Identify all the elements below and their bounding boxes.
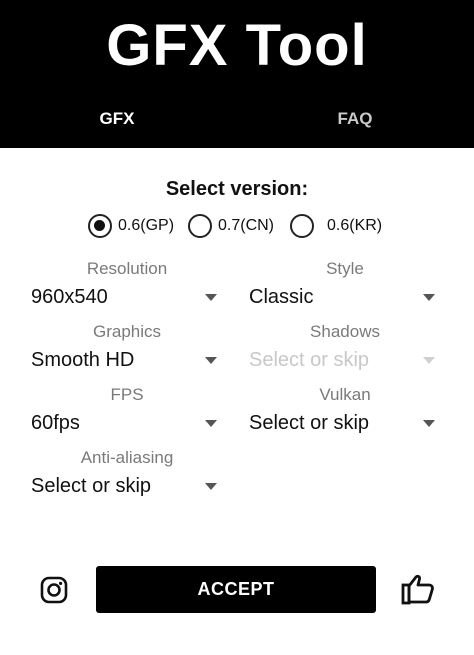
shadows-dropdown: Select or skip (249, 345, 437, 375)
shadows-value: Select or skip (249, 348, 370, 371)
radio-label: 0.6(KR) (327, 217, 383, 234)
radio-label: 0.7(CN) (218, 217, 275, 234)
antialiasing-value: Select or skip (31, 474, 152, 497)
antialiasing-dropdown[interactable]: Select or skip (31, 471, 219, 501)
antialiasing-label: Anti-aliasing (80, 448, 174, 467)
vulkan-dropdown[interactable]: Select or skip (249, 408, 437, 438)
style-label: Style (326, 259, 364, 278)
radio-label: 0.6(GP) (118, 217, 175, 234)
tab-faq[interactable]: FAQ (295, 104, 415, 134)
version-radio-gp[interactable]: 0.6(GP) (88, 212, 174, 240)
accept-button[interactable]: ACCEPT (96, 566, 376, 613)
resolution-label: Resolution (86, 259, 168, 278)
style-value: Classic (249, 285, 314, 308)
app-title: GFX Tool (106, 13, 368, 78)
thumbs-up-icon[interactable] (401, 573, 435, 605)
vulkan-value: Select or skip (249, 411, 370, 434)
version-radio-cn[interactable]: 0.7(CN) (188, 212, 274, 240)
vulkan-label: Vulkan (319, 385, 371, 404)
radio-unchecked-icon[interactable] (290, 214, 314, 238)
shadows-label: Shadows (310, 322, 380, 341)
radio-checked-icon[interactable] (88, 214, 112, 238)
dropdown-arrow-icon (205, 356, 217, 364)
dropdown-arrow-icon (205, 482, 217, 490)
instagram-icon[interactable] (40, 576, 68, 604)
style-dropdown[interactable]: Classic (249, 282, 437, 312)
radio-unchecked-icon[interactable] (188, 214, 212, 238)
app-header: GFX Tool GFX FAQ (0, 0, 474, 148)
fps-label: FPS (110, 385, 144, 404)
graphics-label: Graphics (92, 322, 162, 341)
tab-gfx[interactable]: GFX (57, 104, 177, 134)
version-heading: Select version: (165, 178, 309, 200)
fps-value: 60fps (31, 411, 80, 434)
fps-dropdown[interactable]: 60fps (31, 408, 219, 438)
graphics-dropdown[interactable]: Smooth HD (31, 345, 219, 375)
version-radio-kr[interactable]: 0.6(KR) (290, 212, 382, 240)
dropdown-arrow-icon (423, 419, 435, 427)
dropdown-arrow-icon (205, 293, 217, 301)
resolution-value: 960x540 (31, 285, 108, 308)
dropdown-arrow-icon (423, 356, 435, 364)
resolution-dropdown[interactable]: 960x540 (31, 282, 219, 312)
dropdown-arrow-icon (205, 419, 217, 427)
dropdown-arrow-icon (423, 293, 435, 301)
graphics-value: Smooth HD (31, 348, 135, 371)
